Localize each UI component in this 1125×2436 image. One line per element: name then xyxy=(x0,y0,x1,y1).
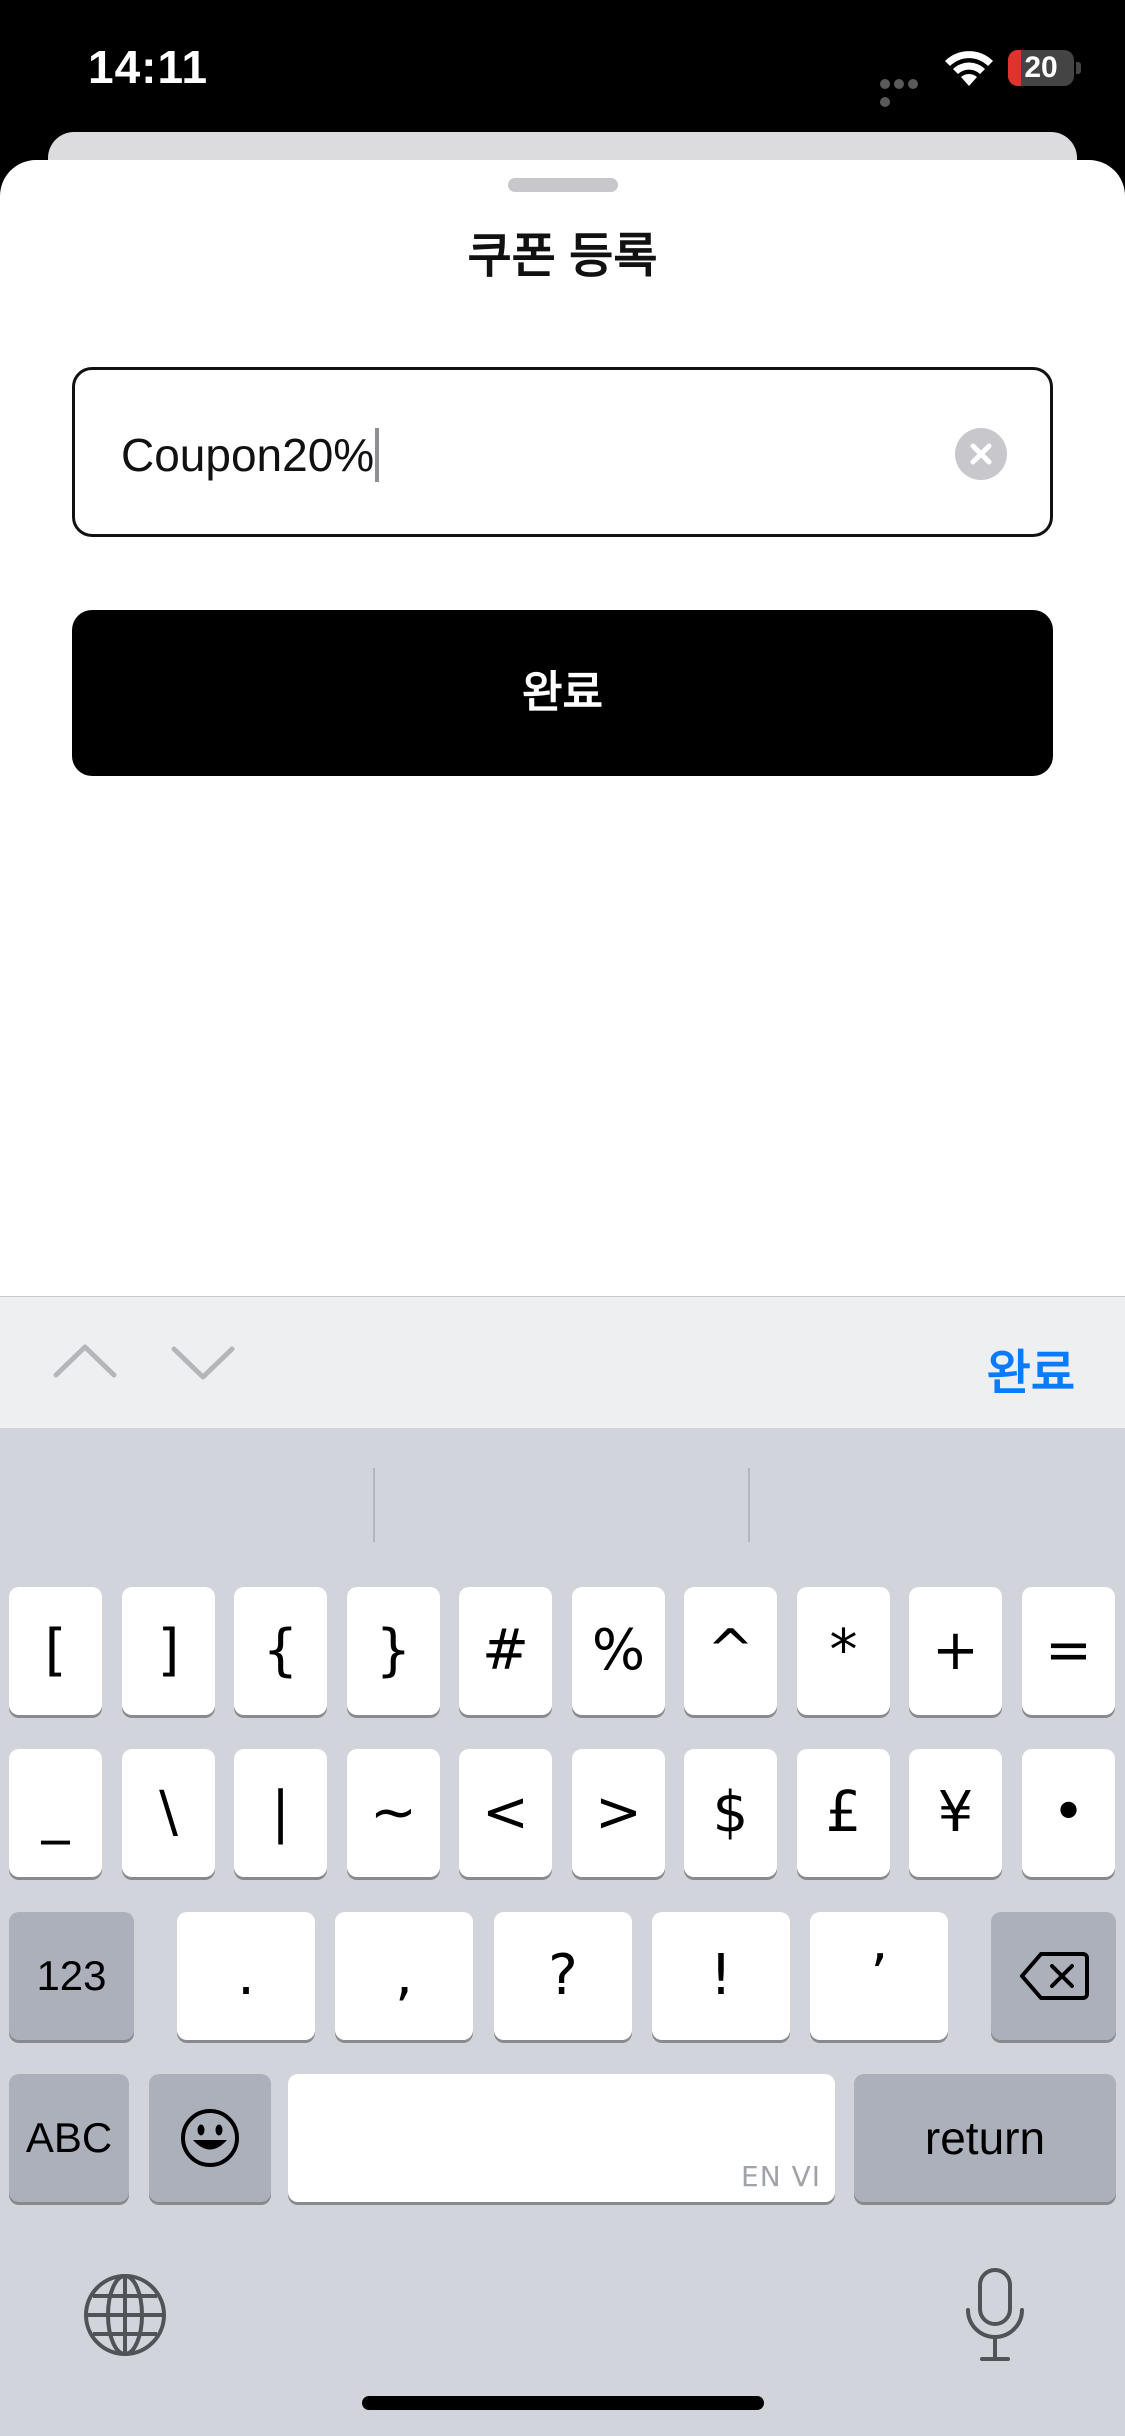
coupon-input-value: Coupon20% xyxy=(121,427,380,482)
key-bullet[interactable]: • xyxy=(1022,1749,1115,1877)
battery-cap xyxy=(1076,62,1081,74)
chevron-down-icon[interactable] xyxy=(168,1327,238,1397)
emoji-key[interactable] xyxy=(149,2074,271,2202)
key-open-bracket[interactable]: [ xyxy=(9,1587,102,1715)
key-close-brace[interactable]: } xyxy=(347,1587,440,1715)
key-exclamation[interactable]: ! xyxy=(652,1912,790,2040)
key-less-than[interactable]: < xyxy=(459,1749,552,1877)
delete-key[interactable] xyxy=(991,1912,1116,2040)
key-backslash[interactable]: \ xyxy=(122,1749,215,1877)
key-underscore[interactable]: _ xyxy=(9,1749,102,1877)
key-question[interactable]: ? xyxy=(494,1912,632,2040)
emoji-icon xyxy=(181,2109,239,2167)
key-hash[interactable]: # xyxy=(459,1587,552,1715)
key-close-bracket[interactable]: ] xyxy=(122,1587,215,1715)
submit-button[interactable]: 완료 xyxy=(72,610,1053,776)
return-key[interactable]: return xyxy=(854,2074,1116,2202)
numbers-mode-key[interactable]: 123 xyxy=(9,1912,134,2040)
key-plus[interactable]: + xyxy=(909,1587,1002,1715)
battery-level: 20 xyxy=(1024,51,1058,84)
key-greater-than[interactable]: > xyxy=(572,1749,665,1877)
keyboard-toolbar: 완료 xyxy=(0,1296,1125,1428)
home-indicator[interactable] xyxy=(362,2396,764,2410)
backspace-icon xyxy=(1020,1952,1089,2000)
suggestion-divider xyxy=(373,1468,375,1542)
cellular-signal-icon xyxy=(880,76,934,107)
text-caret xyxy=(375,427,380,482)
key-equals[interactable]: = xyxy=(1022,1587,1115,1715)
key-open-brace[interactable]: { xyxy=(234,1587,327,1715)
key-dollar[interactable]: $ xyxy=(684,1749,777,1877)
status-bar: 14:11 20 xyxy=(0,0,1125,140)
microphone-icon[interactable] xyxy=(960,2266,1030,2366)
coupon-sheet: 쿠폰 등록 Coupon20% 완료 xyxy=(0,160,1125,1296)
key-comma[interactable]: , xyxy=(335,1912,473,2040)
sheet-title: 쿠폰 등록 xyxy=(467,230,658,283)
abc-mode-key[interactable]: ABC xyxy=(9,2074,129,2202)
wifi-icon xyxy=(945,51,993,86)
key-pound[interactable]: £ xyxy=(797,1749,890,1877)
key-pipe[interactable]: | xyxy=(234,1749,327,1877)
space-language-label: EN VI xyxy=(741,2160,821,2193)
key-caret[interactable]: ^ xyxy=(684,1587,777,1715)
sheet-grabber[interactable] xyxy=(508,178,618,192)
key-percent[interactable]: % xyxy=(572,1587,665,1715)
space-key[interactable]: EN VI xyxy=(288,2074,835,2202)
chevron-up-icon[interactable] xyxy=(50,1327,120,1397)
key-yen[interactable]: ¥ xyxy=(909,1749,1002,1877)
toolbar-done-button[interactable]: 완료 xyxy=(987,1333,1075,1403)
key-asterisk[interactable]: * xyxy=(797,1587,890,1715)
coupon-input[interactable]: Coupon20% xyxy=(72,367,1053,537)
key-period[interactable]: . xyxy=(177,1912,315,2040)
clear-circle-icon[interactable] xyxy=(955,428,1007,480)
key-tilde[interactable]: ~ xyxy=(347,1749,440,1877)
battery-icon: 20 xyxy=(1008,50,1074,86)
key-apostrophe[interactable]: ’ xyxy=(810,1912,948,2040)
status-time: 14:11 xyxy=(88,41,209,93)
suggestion-divider xyxy=(748,1468,750,1542)
keyboard: [ ] { } # % ^ * + = _ \ | ~ < > $ £ ¥ • … xyxy=(0,1428,1125,2436)
globe-icon[interactable] xyxy=(80,2270,170,2360)
